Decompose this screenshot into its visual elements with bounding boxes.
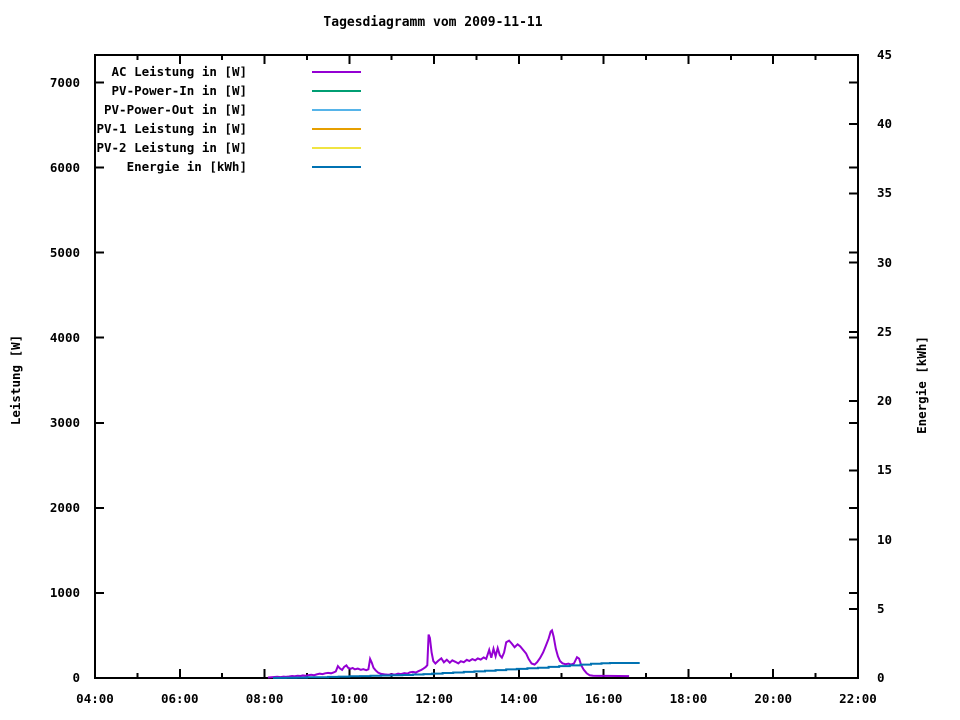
legend-label-energie: Energie in [kWh]: [126, 159, 247, 174]
y-left-tick-label: 7000: [49, 74, 80, 90]
y-left-tick-label: 5000: [49, 244, 80, 260]
y-right-tick-label: 30: [877, 254, 893, 270]
legend-swatch-energie: [312, 165, 361, 168]
y-left-tick-label: 3000: [49, 414, 80, 430]
x-tick-label: 18:00: [669, 691, 708, 706]
series-line-ac-leistung: [267, 628, 630, 679]
y-left-tick-label: 4000: [49, 329, 80, 345]
legend-label-pv-power-in: PV-Power-In in [W]: [111, 83, 247, 98]
y-left-tick-label: 0: [72, 670, 80, 685]
legend-label-pv-power-out: PV-Power-Out in [W]: [104, 102, 247, 117]
x-tick-label: 10:00: [330, 691, 369, 706]
y-right-tick-label: 25: [877, 323, 893, 339]
y-right-tick-label: 15: [877, 462, 893, 478]
y-right-tick-label: 40: [877, 116, 893, 132]
x-tick-label: 12:00: [415, 691, 453, 706]
x-tick-label: 14:00: [500, 691, 538, 706]
y-left-tick-label: 6000: [49, 159, 80, 175]
legend-label-pv-1-leistung: PV-1 Leistung in [W]: [96, 121, 247, 136]
x-tick-label: 16:00: [584, 691, 623, 706]
legend-swatch-pv-power-out: [312, 108, 361, 111]
legend-swatch-pv-2-leistung: [312, 146, 361, 149]
legend-swatch-pv-power-in: [312, 89, 361, 92]
x-tick-label: 04:00: [76, 691, 114, 706]
chart-canvas: Tagesdiagramm vom 2009-11-11 Leistung [W…: [0, 0, 960, 720]
legend-label-ac-leistung: AC Leistung in [W]: [111, 64, 247, 79]
legend-label-pv-2-leistung: PV-2 Leistung in [W]: [96, 140, 247, 155]
y-right-tick-label: 20: [877, 393, 893, 409]
y-right-tick-label: 0: [877, 670, 885, 685]
y-left-tick-label: 2000: [49, 499, 80, 515]
x-tick-label: 20:00: [754, 691, 793, 706]
y-right-tick-label: 5: [877, 600, 885, 616]
y-right-tick-label: 45: [877, 47, 893, 62]
y-left-tick-label: 1000: [49, 584, 80, 600]
y-right-tick-label: 10: [877, 531, 893, 547]
legend-swatch-pv-1-leistung: [312, 127, 361, 130]
x-tick-label: 22:00: [839, 691, 877, 706]
x-tick-label: 06:00: [160, 691, 199, 706]
x-tick-label: 08:00: [245, 691, 284, 706]
y-right-tick-label: 35: [877, 185, 893, 201]
legend-swatch-ac-leistung: [312, 70, 361, 73]
